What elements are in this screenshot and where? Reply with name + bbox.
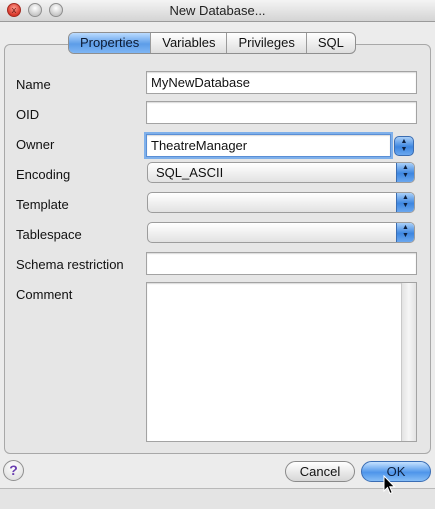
oid-label: OID (16, 107, 40, 122)
owner-label: Owner (16, 137, 55, 152)
schema-restriction-label: Schema restriction (16, 257, 124, 272)
template-label: Template (16, 197, 69, 212)
name-label: Name (16, 77, 51, 92)
comment-label: Comment (16, 287, 73, 302)
template-select[interactable]: ▲ ▼ (147, 192, 415, 213)
chevron-up-down-icon: ▲ ▼ (400, 138, 408, 153)
name-field[interactable]: MyNewDatabase (146, 71, 417, 94)
mouse-pointer-icon (383, 475, 396, 495)
title-bar: x New Database... (0, 0, 435, 22)
chevron-up-down-icon: ▲ ▼ (396, 163, 414, 182)
encoding-select[interactable]: SQL_ASCII ▲ ▼ (147, 162, 415, 183)
owner-dropdown-button[interactable]: ▲ ▼ (394, 136, 414, 156)
status-bar (0, 488, 435, 509)
tab-bar: Properties Variables Privileges SQL (68, 32, 356, 54)
comment-scrollbar[interactable] (401, 283, 416, 441)
chevron-up-down-icon: ▲ ▼ (396, 193, 414, 212)
tablespace-label: Tablespace (16, 227, 82, 242)
schema-restriction-field[interactable] (146, 252, 417, 275)
tab-sql[interactable]: SQL (307, 33, 355, 53)
comment-textarea[interactable] (146, 282, 417, 442)
tablespace-select[interactable]: ▲ ▼ (147, 222, 415, 243)
encoding-label: Encoding (16, 167, 71, 182)
window-title: New Database... (169, 3, 266, 18)
chevron-up-down-icon: ▲ ▼ (396, 223, 414, 242)
encoding-value: SQL_ASCII (156, 165, 224, 180)
oid-field[interactable] (146, 101, 417, 124)
owner-field[interactable]: TheatreManager (146, 134, 391, 157)
tab-variables[interactable]: Variables (151, 33, 228, 53)
help-button[interactable]: ? (3, 460, 24, 481)
cancel-button[interactable]: Cancel (285, 461, 355, 482)
tab-properties[interactable]: Properties (69, 33, 152, 53)
tab-privileges[interactable]: Privileges (227, 33, 307, 53)
